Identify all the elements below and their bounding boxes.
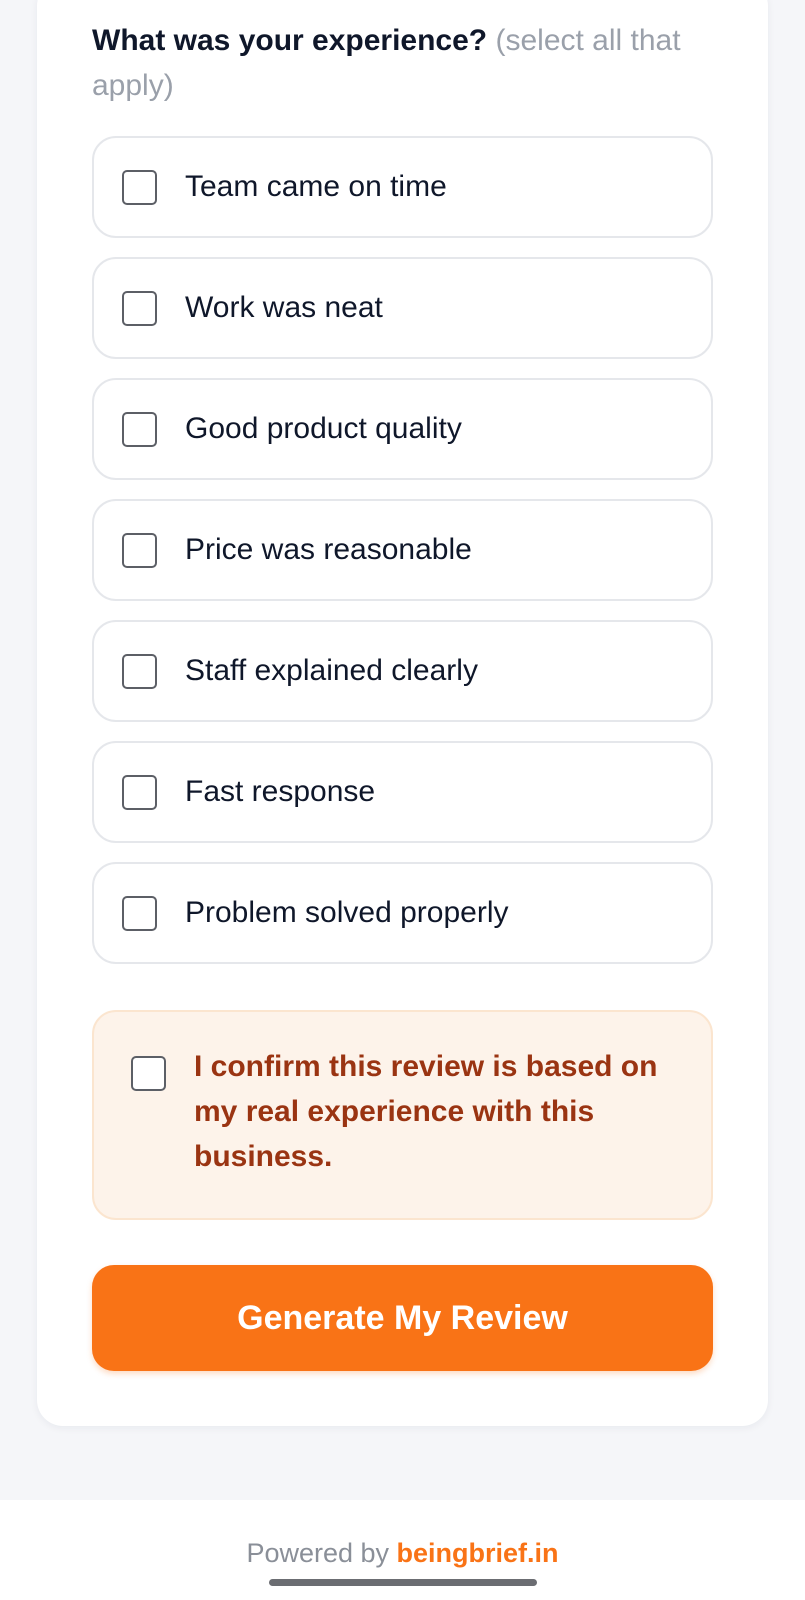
brand-link[interactable]: beingbrief.in: [397, 1538, 559, 1568]
option-price-was-reasonable[interactable]: Price was reasonable: [92, 499, 713, 601]
generate-review-button[interactable]: Generate My Review: [92, 1265, 713, 1371]
option-label: Good product quality: [185, 412, 462, 445]
checkbox[interactable]: [122, 895, 157, 931]
confirm-checkbox[interactable]: [131, 1056, 166, 1091]
option-good-product-quality[interactable]: Good product quality: [92, 378, 713, 480]
home-indicator: [269, 1579, 537, 1586]
option-team-came-on-time[interactable]: Team came on time: [92, 136, 713, 238]
experience-options-list: Team came on time Work was neat Good pro…: [92, 136, 713, 983]
checkbox[interactable]: [122, 169, 157, 205]
option-staff-explained-clearly[interactable]: Staff explained clearly: [92, 620, 713, 722]
option-fast-response[interactable]: Fast response: [92, 741, 713, 843]
option-label: Team came on time: [185, 170, 447, 203]
confirm-real-experience[interactable]: I confirm this review is based on my rea…: [92, 1010, 713, 1220]
experience-question: What was your experience? (select all th…: [92, 18, 712, 108]
powered-by: Powered by beingbrief.in: [0, 1538, 805, 1569]
option-label: Problem solved properly: [185, 896, 509, 929]
option-label: Price was reasonable: [185, 533, 472, 566]
option-label: Work was neat: [185, 291, 383, 324]
confirm-label: I confirm this review is based on my rea…: [194, 1050, 658, 1173]
option-work-was-neat[interactable]: Work was neat: [92, 257, 713, 359]
question-title: What was your experience?: [92, 24, 488, 57]
option-label: Fast response: [185, 775, 376, 808]
checkbox[interactable]: [122, 532, 157, 568]
powered-by-prefix: Powered by: [246, 1538, 390, 1568]
checkbox[interactable]: [122, 653, 157, 689]
checkbox[interactable]: [122, 774, 157, 810]
option-problem-solved-properly[interactable]: Problem solved properly: [92, 862, 713, 964]
option-label: Staff explained clearly: [185, 654, 478, 687]
footer: Powered by beingbrief.in: [0, 1500, 805, 1600]
checkbox[interactable]: [122, 411, 157, 447]
checkbox[interactable]: [122, 290, 157, 326]
